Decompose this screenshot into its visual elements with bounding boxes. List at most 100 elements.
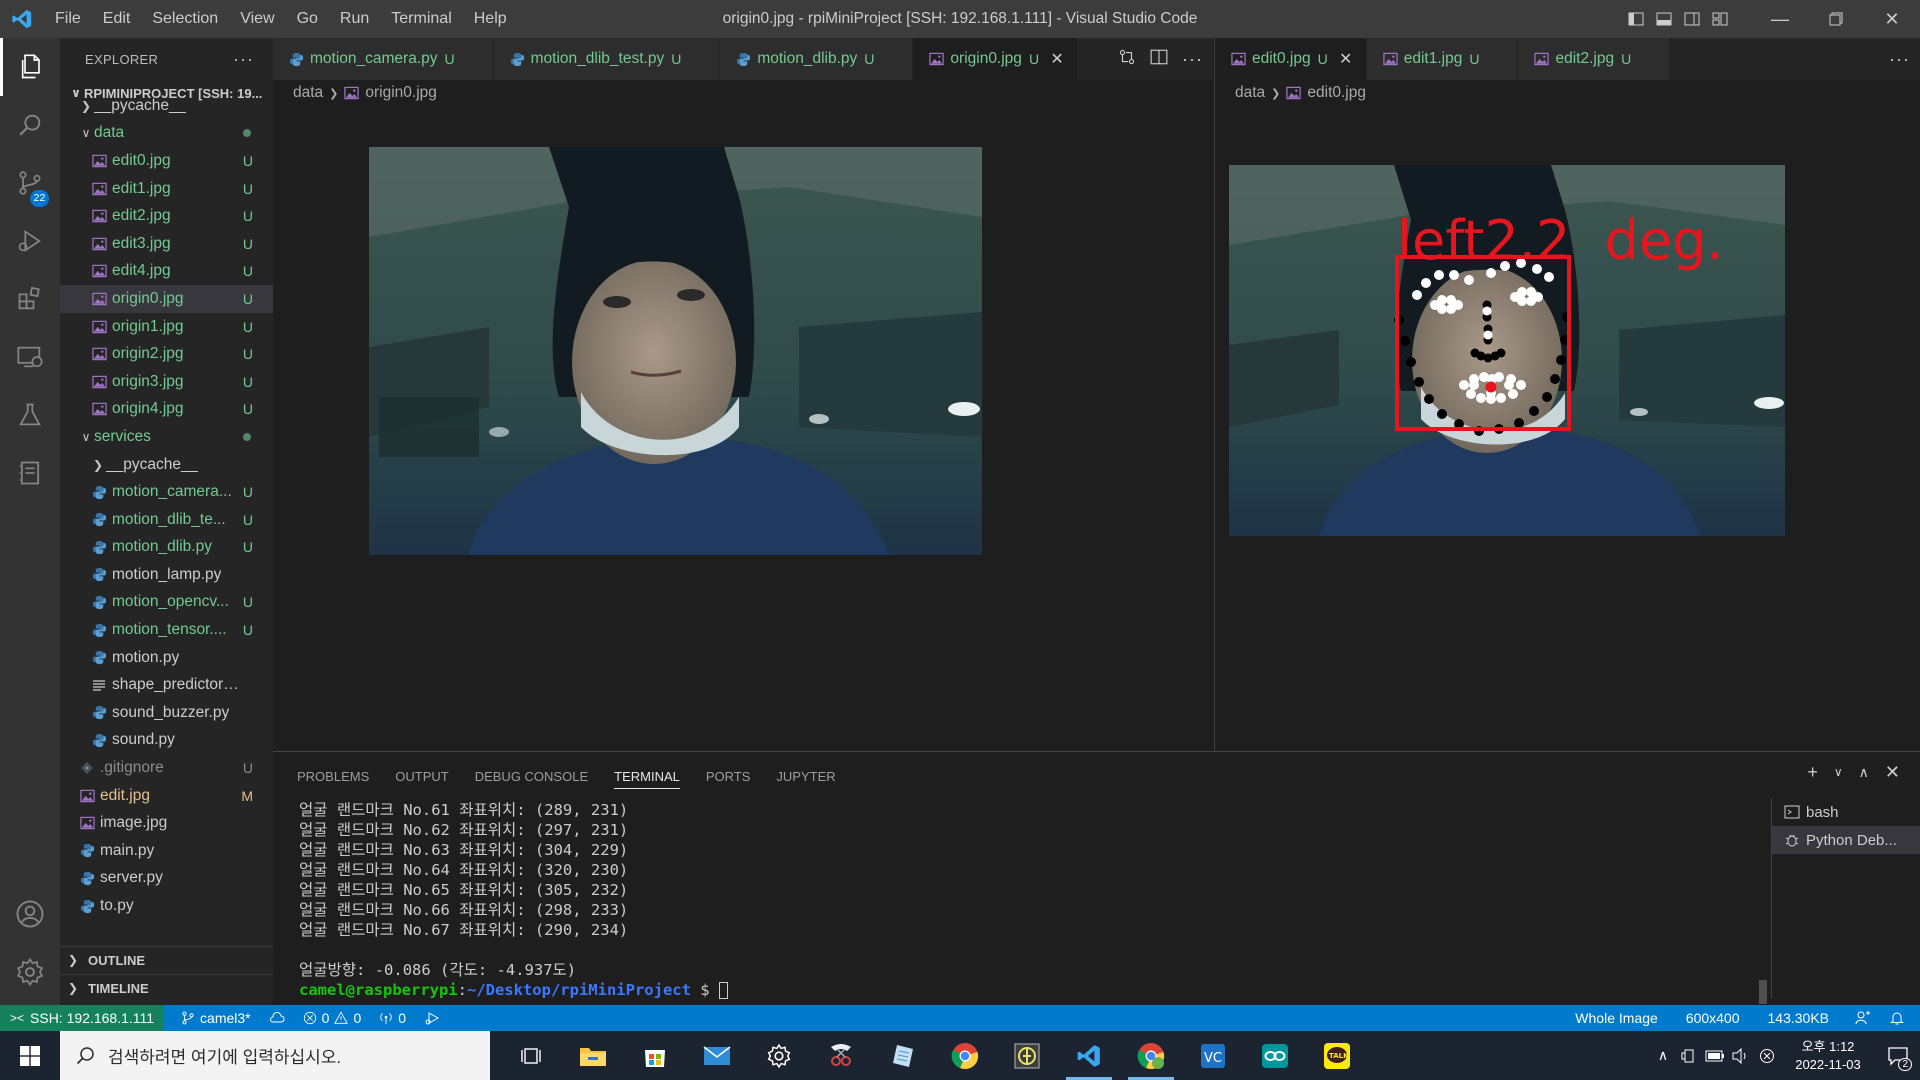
taskbar-search-input[interactable]: 검색하려면 여기에 입력하십시오. bbox=[60, 1031, 490, 1080]
toggle-panel-icon[interactable] bbox=[1650, 0, 1678, 38]
panel-tab-output[interactable]: OUTPUT bbox=[395, 769, 448, 784]
timeline-section[interactable]: ❯ TIMELINE bbox=[60, 974, 273, 1001]
explorer-more-actions-icon[interactable]: ··· bbox=[233, 49, 254, 70]
menu-file[interactable]: File bbox=[44, 0, 92, 38]
chrome-icon[interactable] bbox=[934, 1031, 996, 1080]
file-item[interactable]: motion_dlib_te... U bbox=[60, 506, 273, 534]
file-item[interactable]: origin0.jpg U bbox=[60, 285, 273, 313]
folder-item[interactable]: ❯ __pycache__ bbox=[60, 92, 273, 120]
file-item[interactable]: origin4.jpg U bbox=[60, 396, 273, 424]
remote-indicator[interactable]: >< SSH: 192.168.1.111 bbox=[0, 1005, 165, 1031]
chrome-profile-icon[interactable] bbox=[1120, 1031, 1182, 1080]
file-item[interactable]: origin3.jpg U bbox=[60, 368, 273, 396]
file-item[interactable]: motion_tensor.... U bbox=[60, 616, 273, 644]
jupyter-notebook-icon[interactable] bbox=[0, 444, 60, 502]
chevron-up-icon[interactable]: ∧ bbox=[1650, 1031, 1676, 1080]
file-item[interactable]: .gitignore U bbox=[60, 754, 273, 782]
panel-tab-problems[interactable]: PROBLEMS bbox=[297, 769, 369, 784]
notifications-bell-icon[interactable] bbox=[1880, 1010, 1914, 1026]
run-debug-status-icon[interactable] bbox=[415, 1011, 449, 1025]
notepad-icon[interactable] bbox=[872, 1031, 934, 1080]
search-icon[interactable] bbox=[0, 96, 60, 154]
tab-edit2-jpg[interactable]: edit2.jpg U bbox=[1518, 38, 1671, 80]
close-tab-icon[interactable]: ✕ bbox=[1338, 49, 1354, 69]
file-item[interactable]: edit0.jpg U bbox=[60, 147, 273, 175]
kakaotalk-icon[interactable]: TALK bbox=[1306, 1031, 1368, 1080]
more-actions-icon[interactable]: ··· bbox=[1889, 49, 1910, 70]
breadcrumb-item[interactable]: origin0.jpg bbox=[365, 84, 437, 102]
open-changes-icon[interactable] bbox=[1118, 48, 1136, 71]
explorer-icon[interactable] bbox=[0, 38, 60, 96]
volume-icon[interactable] bbox=[1728, 1031, 1754, 1080]
file-item[interactable]: shape_predictor_68_... bbox=[60, 671, 273, 699]
terminal-item-bash[interactable]: bash bbox=[1772, 798, 1920, 826]
vscode-taskbar-icon[interactable] bbox=[1058, 1031, 1120, 1080]
vnc-viewer-icon[interactable]: VC bbox=[1182, 1031, 1244, 1080]
panel-tab-debug-console[interactable]: DEBUG CONSOLE bbox=[475, 769, 588, 784]
file-item[interactable]: server.py bbox=[60, 865, 273, 893]
file-item[interactable]: motion.py bbox=[60, 644, 273, 672]
terminal-item-python-debug[interactable]: Python Deb... bbox=[1772, 826, 1920, 854]
taskbar-clock[interactable]: 오후 1:12 2022-11-03 bbox=[1780, 1038, 1876, 1074]
file-item[interactable]: motion_opencv... U bbox=[60, 589, 273, 617]
toggle-primary-sidebar-icon[interactable] bbox=[1622, 0, 1650, 38]
device-icon[interactable] bbox=[1676, 1031, 1702, 1080]
file-item[interactable]: image.jpg bbox=[60, 809, 273, 837]
breadcrumb-item[interactable]: data bbox=[1235, 84, 1265, 102]
file-item[interactable]: edit3.jpg U bbox=[60, 230, 273, 258]
action-center-icon[interactable]: 2 bbox=[1876, 1031, 1920, 1080]
breadcrumb-item[interactable]: data bbox=[293, 84, 323, 102]
source-control-icon[interactable]: 22 bbox=[0, 154, 60, 212]
more-actions-icon[interactable]: ··· bbox=[1182, 49, 1203, 70]
extensions-icon[interactable] bbox=[0, 270, 60, 328]
arduino-icon[interactable] bbox=[1244, 1031, 1306, 1080]
file-item[interactable]: motion_lamp.py bbox=[60, 561, 273, 589]
tab-motion_dlib_test-py[interactable]: motion_dlib_test.py U bbox=[493, 38, 721, 80]
menu-terminal[interactable]: Terminal bbox=[380, 0, 462, 38]
image-zoom-mode[interactable]: Whole Image bbox=[1566, 1010, 1666, 1026]
file-item[interactable]: origin2.jpg U bbox=[60, 340, 273, 368]
close-panel-icon[interactable]: ✕ bbox=[1885, 762, 1900, 783]
folder-item[interactable]: ∨ services bbox=[60, 423, 273, 451]
file-item[interactable]: motion_camera... U bbox=[60, 478, 273, 506]
git-branch[interactable]: camel3* bbox=[172, 1010, 260, 1026]
new-terminal-icon[interactable]: + bbox=[1807, 762, 1818, 783]
snipping-tool-icon[interactable] bbox=[810, 1031, 872, 1080]
accounts-icon[interactable] bbox=[0, 885, 60, 943]
maximize-panel-icon[interactable]: ∧ bbox=[1859, 764, 1869, 783]
toggle-secondary-sidebar-icon[interactable] bbox=[1678, 0, 1706, 38]
tab-motion_dlib-py[interactable]: motion_dlib.py U bbox=[720, 38, 914, 80]
panel-tab-jupyter[interactable]: JUPYTER bbox=[776, 769, 835, 784]
minimize-button[interactable]: — bbox=[1752, 0, 1808, 38]
testing-flask-icon[interactable] bbox=[0, 386, 60, 444]
sync-icon[interactable] bbox=[260, 1011, 294, 1025]
menu-edit[interactable]: Edit bbox=[92, 0, 142, 38]
file-explorer-icon[interactable] bbox=[562, 1031, 624, 1080]
network-disconnected-icon[interactable] bbox=[1754, 1031, 1780, 1080]
folder-item[interactable]: ∨ data bbox=[60, 120, 273, 148]
folder-item[interactable]: ❯ __pycache__ bbox=[60, 451, 273, 479]
menu-help[interactable]: Help bbox=[463, 0, 518, 38]
tab-motion_camera-py[interactable]: motion_camera.py U bbox=[273, 38, 494, 80]
microsoft-store-icon[interactable] bbox=[624, 1031, 686, 1080]
feedback-icon[interactable] bbox=[1846, 1010, 1880, 1026]
file-item[interactable]: to.py bbox=[60, 892, 273, 920]
panel-tab-terminal[interactable]: TERMINAL bbox=[614, 769, 680, 789]
mail-icon[interactable] bbox=[686, 1031, 748, 1080]
customize-layout-icon[interactable] bbox=[1706, 0, 1734, 38]
settings-app-icon[interactable] bbox=[748, 1031, 810, 1080]
run-debug-icon[interactable] bbox=[0, 212, 60, 270]
remote-explorer-icon[interactable] bbox=[0, 328, 60, 386]
file-item[interactable]: edit.jpg M bbox=[60, 782, 273, 810]
file-item[interactable]: edit4.jpg U bbox=[60, 258, 273, 286]
terminal-dropdown-icon[interactable]: ∨ bbox=[1834, 765, 1843, 783]
file-item[interactable]: edit1.jpg U bbox=[60, 175, 273, 203]
menu-view[interactable]: View bbox=[229, 0, 285, 38]
windows-start-icon[interactable] bbox=[0, 1031, 60, 1080]
battery-icon[interactable] bbox=[1702, 1031, 1728, 1080]
pycharm-like-app-icon[interactable] bbox=[996, 1031, 1058, 1080]
tab-edit0-jpg[interactable]: edit0.jpg U ✕ bbox=[1215, 38, 1367, 80]
menu-go[interactable]: Go bbox=[286, 0, 329, 38]
terminal-output[interactable]: 얼굴 랜드마크 No.61 좌표위치: (289, 231) 얼굴 랜드마크 No… bbox=[299, 800, 1699, 1000]
tab-edit1-jpg[interactable]: edit1.jpg U bbox=[1366, 38, 1519, 80]
